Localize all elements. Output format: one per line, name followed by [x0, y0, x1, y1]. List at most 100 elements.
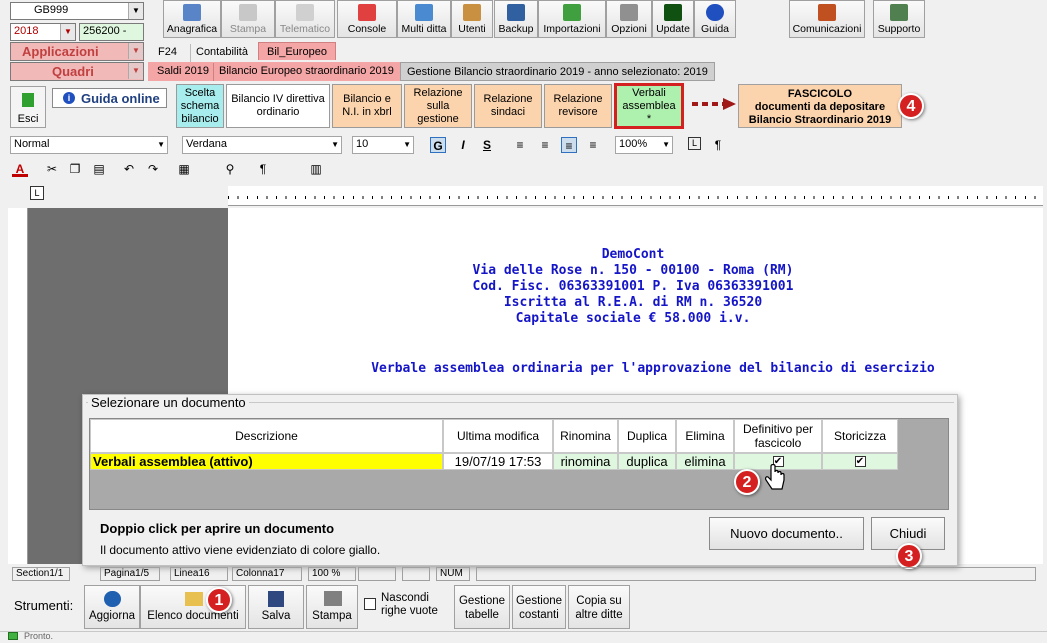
elenco-documenti-button[interactable]: Elenco documenti	[140, 585, 246, 629]
header-definitivo[interactable]: Definitivo per fascicolo	[734, 419, 822, 453]
fascicolo-button[interactable]: FASCICOLO documenti da depositare Bilanc…	[738, 84, 902, 128]
telematico-button[interactable]: Telematico	[275, 0, 335, 38]
comunicazioni-button[interactable]: Comunicazioni	[789, 0, 865, 38]
style-select[interactable]: Normal ▼	[10, 136, 168, 154]
nascondi-checkbox[interactable]	[364, 598, 376, 610]
tab-f24[interactable]: F24	[153, 44, 182, 62]
stampa-documento-button[interactable]: Stampa	[306, 585, 358, 629]
server-icon	[507, 4, 525, 21]
wrench-icon	[620, 4, 638, 21]
chevron-down-icon: ▼	[128, 63, 143, 79]
step-badge-4: 4	[898, 93, 924, 119]
guida-online-button[interactable]: i Guida online	[52, 88, 167, 108]
nascondi-label[interactable]: Nascondi righe vuote	[381, 592, 451, 618]
italic-button[interactable]: I	[455, 137, 471, 153]
copia-altre-ditte-button[interactable]: Copia su altre ditte	[568, 585, 630, 629]
opzioni-button[interactable]: Opzioni	[606, 0, 652, 38]
relazione-revisore-button[interactable]: Relazione revisore	[544, 84, 612, 128]
rinomina-button[interactable]: rinomina	[553, 453, 618, 470]
fascicolo-subtitle: documenti da depositare	[754, 101, 886, 113]
header-ultima-modifica[interactable]: Ultima modifica	[443, 419, 553, 453]
header-rinomina[interactable]: Rinomina	[553, 419, 618, 453]
relazione-gestione-button[interactable]: Relazione sulla gestione	[404, 84, 472, 128]
header-duplica[interactable]: Duplica	[618, 419, 676, 453]
font-size-select[interactable]: 10 ▼	[352, 136, 414, 154]
salva-button[interactable]: Salva	[248, 585, 304, 629]
zoom-select[interactable]: 100% ▼	[615, 136, 673, 154]
header-elimina[interactable]: Elimina	[676, 419, 734, 453]
status-linea: Linea16	[170, 567, 228, 581]
fascicolo-title: FASCICOLO	[787, 88, 853, 100]
gestione-tabelle-button[interactable]: Gestione tabelle	[454, 585, 510, 629]
tab-saldi-2019[interactable]: Saldi 2019	[152, 63, 214, 81]
cut-icon[interactable]: ✂	[44, 161, 60, 177]
utenti-button[interactable]: Utenti	[451, 0, 493, 38]
people-icon	[818, 4, 836, 21]
elimina-button[interactable]: elimina	[676, 453, 734, 470]
aggiorna-button[interactable]: Aggiorna	[84, 585, 140, 629]
gestione-costanti-button[interactable]: Gestione costanti	[512, 585, 566, 629]
code-select[interactable]: 256200 -	[79, 23, 144, 41]
undo-icon[interactable]: ↶	[121, 161, 137, 177]
guida-button[interactable]: Guida	[694, 0, 736, 38]
vertical-ruler	[8, 208, 28, 564]
show-marks-icon[interactable]: ¶	[255, 161, 271, 177]
multi-ditta-button[interactable]: Multi ditta	[397, 0, 451, 38]
applicazioni-select[interactable]: Applicazioni ▼	[10, 42, 144, 61]
header-storicizza[interactable]: Storicizza	[822, 419, 898, 453]
chevron-down-icon: ▼	[157, 140, 165, 149]
bilancio-iv-button[interactable]: Bilancio IV direttiva ordinario	[226, 84, 330, 128]
header-descrizione[interactable]: Descrizione	[90, 419, 443, 453]
support-icon	[890, 4, 908, 21]
paragraph-mark-button[interactable]: ¶	[710, 137, 726, 153]
nuovo-documento-button[interactable]: Nuovo documento..	[709, 517, 864, 550]
horizontal-ruler[interactable]	[228, 186, 1043, 206]
bookmarks-icon[interactable]: ▥	[308, 161, 324, 177]
dialog-hint-active: Il documento attivo viene evidenziato di…	[100, 543, 381, 557]
font-color-icon[interactable]: A	[12, 161, 28, 177]
tab-bil-europeo[interactable]: Bil_Europeo	[258, 42, 336, 60]
status-zoom: 100 %	[308, 567, 356, 581]
table-icon[interactable]: ▦	[176, 161, 192, 177]
company-select[interactable]: GB999 ▼	[10, 2, 144, 20]
year-select[interactable]: 2018 ▼	[10, 23, 76, 41]
tab-gestione-bilancio[interactable]: Gestione Bilancio straordinario 2019 - a…	[400, 62, 715, 81]
console-button[interactable]: Console	[337, 0, 397, 38]
tab-stop-icon[interactable]: L	[688, 137, 701, 150]
font-select[interactable]: Verdana ▼	[182, 136, 342, 154]
anagrafica-button[interactable]: Anagrafica	[163, 0, 221, 38]
scelta-schema-button[interactable]: Scelta schema bilancio	[176, 84, 224, 128]
storicizza-checkbox[interactable]: ✔	[854, 456, 866, 467]
backup-button[interactable]: Backup	[494, 0, 538, 38]
verbali-assemblea-button[interactable]: Verbali assemblea *	[614, 83, 684, 129]
storicizza-cell[interactable]: ✔	[822, 453, 898, 470]
bold-button[interactable]: G	[430, 137, 446, 153]
justify-icon[interactable]: ≡	[585, 137, 601, 153]
company-name: DemoCont	[601, 247, 665, 262]
supporto-button[interactable]: Supporto	[873, 0, 925, 38]
status-blank-2	[402, 567, 430, 581]
row-descrizione[interactable]: Verbali assemblea (attivo)	[90, 453, 443, 470]
stampa-button[interactable]: Stampa	[221, 0, 275, 38]
align-right-icon[interactable]: ≡	[537, 137, 553, 153]
redo-icon[interactable]: ↷	[145, 161, 161, 177]
align-center-icon[interactable]: ≡	[561, 137, 577, 153]
duplica-button[interactable]: duplica	[618, 453, 676, 470]
quadri-select[interactable]: Quadri ▼	[10, 62, 144, 81]
importazioni-button[interactable]: Importazioni	[538, 0, 606, 38]
find-icon[interactable]: ⚲	[222, 161, 238, 177]
bilancio-xbrl-button[interactable]: Bilancio e N.I. in xbrl	[332, 84, 402, 128]
strike-button[interactable]: S	[479, 137, 495, 153]
copy-icon[interactable]: ❐	[67, 161, 83, 177]
tab-bilancio-straordinario[interactable]: Bilancio Europeo straordinario 2019	[213, 63, 399, 81]
status-blank-3	[476, 567, 1036, 581]
ruler-tab-icon[interactable]: L	[30, 186, 44, 200]
tab-contabilita[interactable]: Contabilità	[190, 44, 253, 62]
status-pronto: Pronto.	[24, 631, 54, 641]
paste-icon[interactable]: ▤	[91, 161, 107, 177]
align-left-icon[interactable]: ≡	[512, 137, 528, 153]
esci-button[interactable]: Esci	[10, 86, 46, 128]
relazione-sindaci-button[interactable]: Relazione sindaci	[474, 84, 542, 128]
update-button[interactable]: Update	[652, 0, 694, 38]
status-num: NUM	[436, 567, 470, 581]
